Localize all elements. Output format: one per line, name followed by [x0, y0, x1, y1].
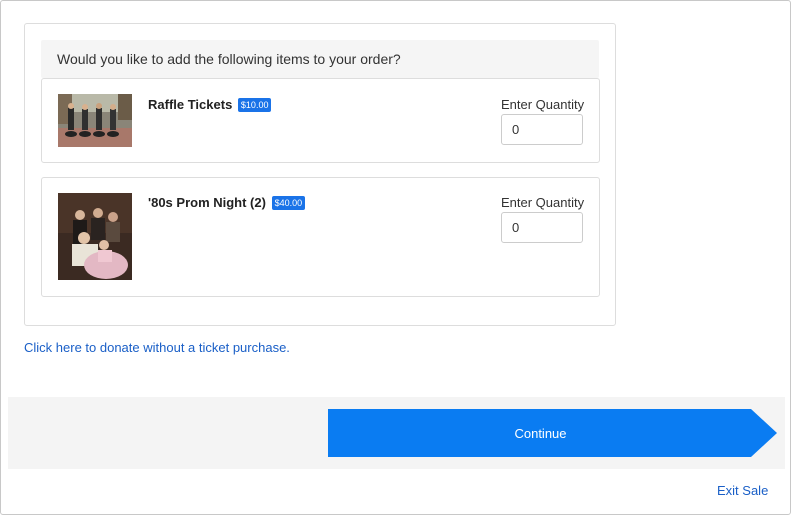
quantity-label: Enter Quantity [501, 195, 585, 210]
exit-sale-link[interactable]: Exit Sale [717, 483, 768, 498]
continue-label: Continue [514, 425, 567, 441]
footer-bar: Continue [8, 397, 785, 469]
item-card: Raffle Tickets $10.00 Enter Quantity [41, 78, 600, 163]
quantity-input[interactable] [501, 114, 583, 145]
item-title: '80s Prom Night (2) $40.00 [148, 195, 306, 211]
quantity-input[interactable] [501, 212, 583, 243]
item-title: Raffle Tickets $10.00 [148, 97, 272, 113]
panel-header: Would you like to add the following item… [41, 40, 599, 78]
item-card: '80s Prom Night (2) $40.00 Enter Quantit… [41, 177, 600, 297]
item-name: '80s Prom Night (2) [148, 195, 266, 210]
checkout-window: Would you like to add the following item… [0, 0, 791, 515]
item-name: Raffle Tickets [148, 97, 233, 112]
quantity-label: Enter Quantity [501, 97, 585, 112]
price-badge: $40.00 [271, 195, 306, 210]
price-badge: $10.00 [237, 97, 272, 112]
continue-button[interactable]: Continue [328, 409, 777, 457]
donate-link[interactable]: Click here to donate without a ticket pu… [24, 340, 290, 355]
item-photo [58, 193, 132, 280]
item-photo [58, 94, 132, 147]
add-items-panel: Would you like to add the following item… [24, 23, 616, 326]
